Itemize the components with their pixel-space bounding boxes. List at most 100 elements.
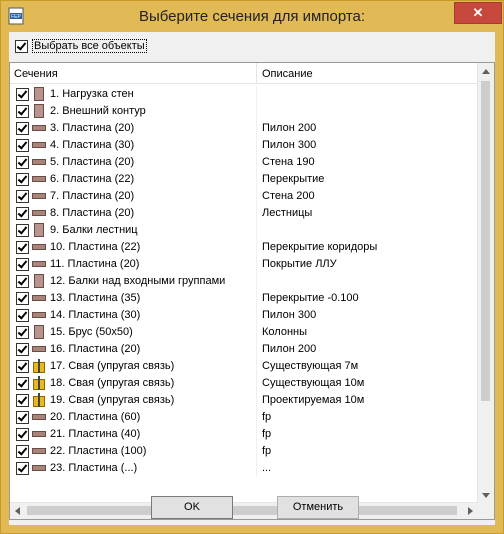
list-item[interactable]: 10. Пластина (22) Перекрытие коридоры [10, 239, 478, 256]
row-checkbox[interactable] [16, 428, 29, 441]
list-item[interactable]: 18. Свая (упругая связь) Существующая 10м [10, 375, 478, 392]
ok-button[interactable]: OK [151, 496, 233, 519]
list-item[interactable]: 13. Пластина (35) Перекрытие -0.100 [10, 290, 478, 307]
row-checkbox[interactable] [16, 207, 29, 220]
column-gridline [256, 103, 257, 120]
section-description: Перекрытие коридоры [262, 241, 378, 253]
section-name: 1. Нагрузка стен [50, 88, 134, 100]
row-checkbox[interactable] [16, 275, 29, 288]
plate-icon [32, 427, 46, 441]
scroll-right-arrow-icon[interactable] [468, 507, 473, 515]
row-checkbox[interactable] [16, 105, 29, 118]
list-item[interactable]: 17. Свая (упругая связь) Существующая 7м [10, 358, 478, 375]
column-header-sections[interactable]: Сечения [14, 68, 58, 80]
column-gridline [256, 137, 257, 154]
horizontal-scroll-thumb[interactable] [27, 506, 457, 515]
list-item[interactable]: 21. Пластина (40) fp [10, 426, 478, 443]
plate-icon [32, 257, 46, 271]
row-checkbox[interactable] [16, 173, 29, 186]
wall-icon [32, 87, 46, 101]
list-item[interactable]: 11. Пластина (20) Покрытие ЛЛУ [10, 256, 478, 273]
section-description: Пилон 200 [262, 343, 317, 355]
column-gridline [256, 307, 257, 324]
list-item[interactable]: 2. Внешний контур [10, 103, 478, 120]
section-description: Перекрытие [262, 173, 325, 185]
list-item[interactable]: 5. Пластина (20) Стена 190 [10, 154, 478, 171]
section-description: Стена 190 [262, 156, 315, 168]
close-button[interactable]: ✕ [454, 2, 502, 24]
column-gridline [256, 154, 257, 171]
column-gridline [256, 239, 257, 256]
row-checkbox[interactable] [16, 258, 29, 271]
section-description: Стена 200 [262, 190, 315, 202]
row-checkbox[interactable] [16, 377, 29, 390]
row-checkbox[interactable] [16, 88, 29, 101]
row-checkbox[interactable] [16, 445, 29, 458]
pile-icon [32, 393, 46, 407]
list-item[interactable]: 6. Пластина (22) Перекрытие [10, 171, 478, 188]
plate-icon [32, 121, 46, 135]
list-item[interactable]: 3. Пластина (20) Пилон 200 [10, 120, 478, 137]
row-checkbox[interactable] [16, 292, 29, 305]
list-item[interactable]: 23. Пластина (...)... [10, 460, 478, 477]
title-bar[interactable]: FEP Выберите сечения для импорта: ✕ [1, 1, 503, 31]
list-item[interactable]: 22. Пластина (100) fp [10, 443, 478, 460]
column-gridline [256, 171, 257, 188]
section-description: Колонны [262, 326, 307, 338]
row-checkbox[interactable] [16, 224, 29, 237]
row-checkbox[interactable] [16, 411, 29, 424]
scroll-left-arrow-icon[interactable] [15, 507, 20, 515]
row-checkbox[interactable] [16, 326, 29, 339]
list-item[interactable]: 8. Пластина (20) Лестницы [10, 205, 478, 222]
column-header-description[interactable]: Описание [262, 68, 313, 80]
select-all-label[interactable]: Выбрать все объекты [32, 39, 147, 53]
list-item[interactable]: 19. Свая (упругая связь) Проектируемая 10… [10, 392, 478, 409]
section-name: 18. Свая (упругая связь) [50, 377, 175, 389]
row-checkbox[interactable] [16, 139, 29, 152]
plate-icon [32, 155, 46, 169]
list-item[interactable]: 14. Пластина (30) Пилон 300 [10, 307, 478, 324]
select-all-checkbox[interactable]: Выбрать все объекты [15, 38, 147, 54]
list-item[interactable]: 9. Балки лестниц [10, 222, 478, 239]
vertical-scroll-thumb[interactable] [481, 81, 490, 401]
column-gridline [256, 120, 257, 137]
list-item[interactable]: 12. Балки над входными группами [10, 273, 478, 290]
row-checkbox[interactable] [16, 241, 29, 254]
column-gridline [256, 222, 257, 239]
section-name: 10. Пластина (22) [50, 241, 141, 253]
row-checkbox[interactable] [16, 190, 29, 203]
column-gridline [256, 426, 257, 443]
cancel-button[interactable]: Отменить [277, 496, 359, 519]
row-checkbox[interactable] [16, 343, 29, 356]
vertical-scrollbar[interactable] [477, 63, 494, 504]
scroll-up-arrow-icon[interactable] [482, 69, 490, 74]
column-gridline [256, 341, 257, 358]
column-divider[interactable] [256, 63, 257, 83]
section-name: 22. Пластина (100) [50, 445, 147, 457]
list-item[interactable]: 20. Пластина (60) fp [10, 409, 478, 426]
section-description: fp [262, 445, 272, 457]
row-checkbox[interactable] [16, 309, 29, 322]
row-checkbox[interactable] [16, 122, 29, 135]
section-description: fp [262, 428, 272, 440]
sections-list[interactable]: Сечения Описание 1. Нагрузка стен 2. Внеш… [9, 62, 495, 520]
section-name: 6. Пластина (22) [50, 173, 135, 185]
list-item[interactable]: 4. Пластина (30) Пилон 300 [10, 137, 478, 154]
section-name: 2. Внешний контур [50, 105, 146, 117]
dialog-window: FEP Выберите сечения для импорта: ✕ Выбр… [0, 0, 504, 534]
checkbox-icon[interactable] [15, 39, 28, 53]
row-checkbox[interactable] [16, 394, 29, 407]
row-checkbox[interactable] [16, 462, 29, 475]
plate-icon [32, 308, 46, 322]
list-item[interactable]: 7. Пластина (20) Стена 200 [10, 188, 478, 205]
column-gridline [256, 375, 257, 392]
scroll-down-arrow-icon[interactable] [482, 493, 490, 498]
horizontal-scrollbar[interactable] [10, 502, 478, 519]
list-item[interactable]: 1. Нагрузка стен [10, 86, 478, 103]
section-name: 9. Балки лестниц [50, 224, 138, 236]
row-checkbox[interactable] [16, 156, 29, 169]
list-item[interactable]: 16. Пластина (20) Пилон 200 [10, 341, 478, 358]
plate-icon [32, 172, 46, 186]
list-item[interactable]: 15. Брус (50x50) Колонны [10, 324, 478, 341]
row-checkbox[interactable] [16, 360, 29, 373]
